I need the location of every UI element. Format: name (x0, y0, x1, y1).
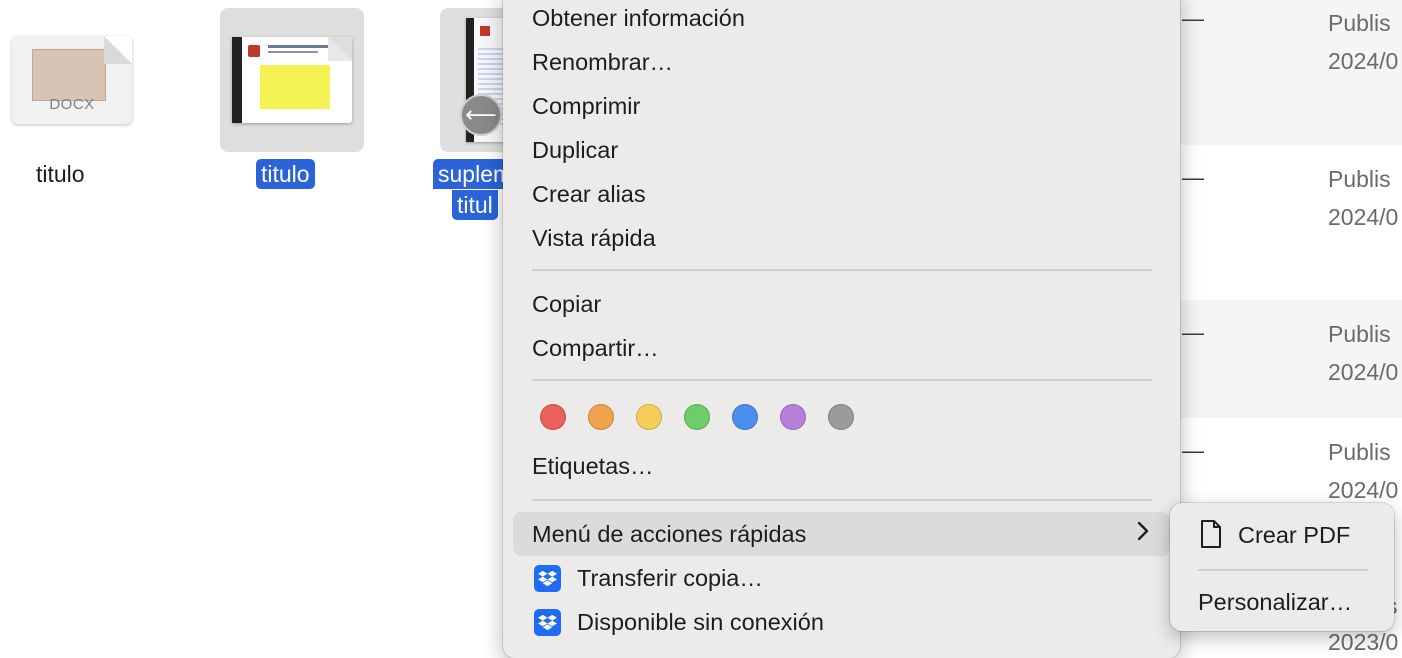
date-text: 2024/0 (1328, 48, 1399, 74)
chevron-right-icon (1136, 519, 1150, 549)
tag-green-dot[interactable] (684, 404, 710, 430)
menu-separator (532, 379, 1152, 381)
alias-arrow-icon: ⟵ (460, 94, 502, 136)
dropbox-icon (534, 565, 561, 592)
menu-item-get-info[interactable]: Obtener información (532, 3, 745, 33)
pdf-thumbnail-icon (232, 37, 352, 123)
date-text: 2024/0 (1328, 204, 1399, 230)
menu-item-quick-look[interactable]: Vista rápida (532, 223, 656, 253)
size-dash: — (1182, 165, 1204, 190)
date-text: 2023/0 (1328, 629, 1399, 655)
menu-item-share[interactable]: Compartir… (532, 333, 659, 363)
file-item-docx[interactable]: DOCX titulo (0, 0, 140, 200)
list-row[interactable]: — Publis 2024/0 (1180, 300, 1402, 418)
size-dash: — (1182, 438, 1204, 463)
file-name-selected: titulo (256, 159, 315, 189)
menu-item-dropbox-transfer[interactable]: Transferir copia… (577, 563, 763, 593)
list-row[interactable]: — Publis 2024/0 (1180, 155, 1402, 300)
document-preview (32, 49, 106, 101)
size-dash: — (1182, 320, 1204, 345)
menu-item-quick-actions[interactable]: Menú de acciones rápidas (532, 519, 806, 549)
tag-blue-dot[interactable] (732, 404, 758, 430)
tag-yellow-dot[interactable] (636, 404, 662, 430)
file-name: titulo (36, 161, 85, 187)
kind-text: Publis (1328, 166, 1391, 192)
tag-gray-dot[interactable] (828, 404, 854, 430)
context-menu: Obtener información Renombrar… Comprimir… (503, 0, 1180, 658)
menu-item-rename[interactable]: Renombrar… (532, 47, 673, 77)
tag-red-dot[interactable] (540, 404, 566, 430)
docx-file-icon: DOCX (12, 36, 132, 124)
quick-actions-submenu: Crear PDF Personalizar… (1170, 503, 1394, 631)
kind-text: Publis (1328, 321, 1391, 347)
submenu-item-customize[interactable]: Personalizar… (1198, 587, 1352, 617)
file-name-selected-line2: titul (452, 190, 498, 220)
file-type-badge: DOCX (49, 96, 95, 113)
menu-item-make-alias[interactable]: Crear alias (532, 179, 646, 209)
document-icon (1199, 519, 1223, 554)
menu-separator (532, 269, 1152, 271)
menu-item-compress[interactable]: Comprimir (532, 91, 640, 121)
menu-item-dropbox-offline[interactable]: Disponible sin conexión (577, 607, 824, 637)
kind-text: Publis (1328, 439, 1391, 465)
submenu-item-create-pdf[interactable]: Crear PDF (1238, 520, 1350, 550)
menu-item-copy[interactable]: Copiar (532, 289, 601, 319)
menu-separator (532, 499, 1152, 501)
menu-item-tags[interactable]: Etiquetas… (532, 451, 653, 481)
dropbox-icon (534, 609, 561, 636)
menu-item-duplicate[interactable]: Duplicar (532, 135, 618, 165)
kind-text: Publis (1328, 10, 1391, 36)
date-text: 2024/0 (1328, 359, 1399, 385)
size-dash: — (1182, 6, 1204, 31)
submenu-separator (1198, 569, 1368, 571)
list-row[interactable]: — Publis 2024/0 (1180, 0, 1402, 145)
tag-orange-dot[interactable] (588, 404, 614, 430)
date-text: 2024/0 (1328, 477, 1399, 503)
tag-purple-dot[interactable] (780, 404, 806, 430)
